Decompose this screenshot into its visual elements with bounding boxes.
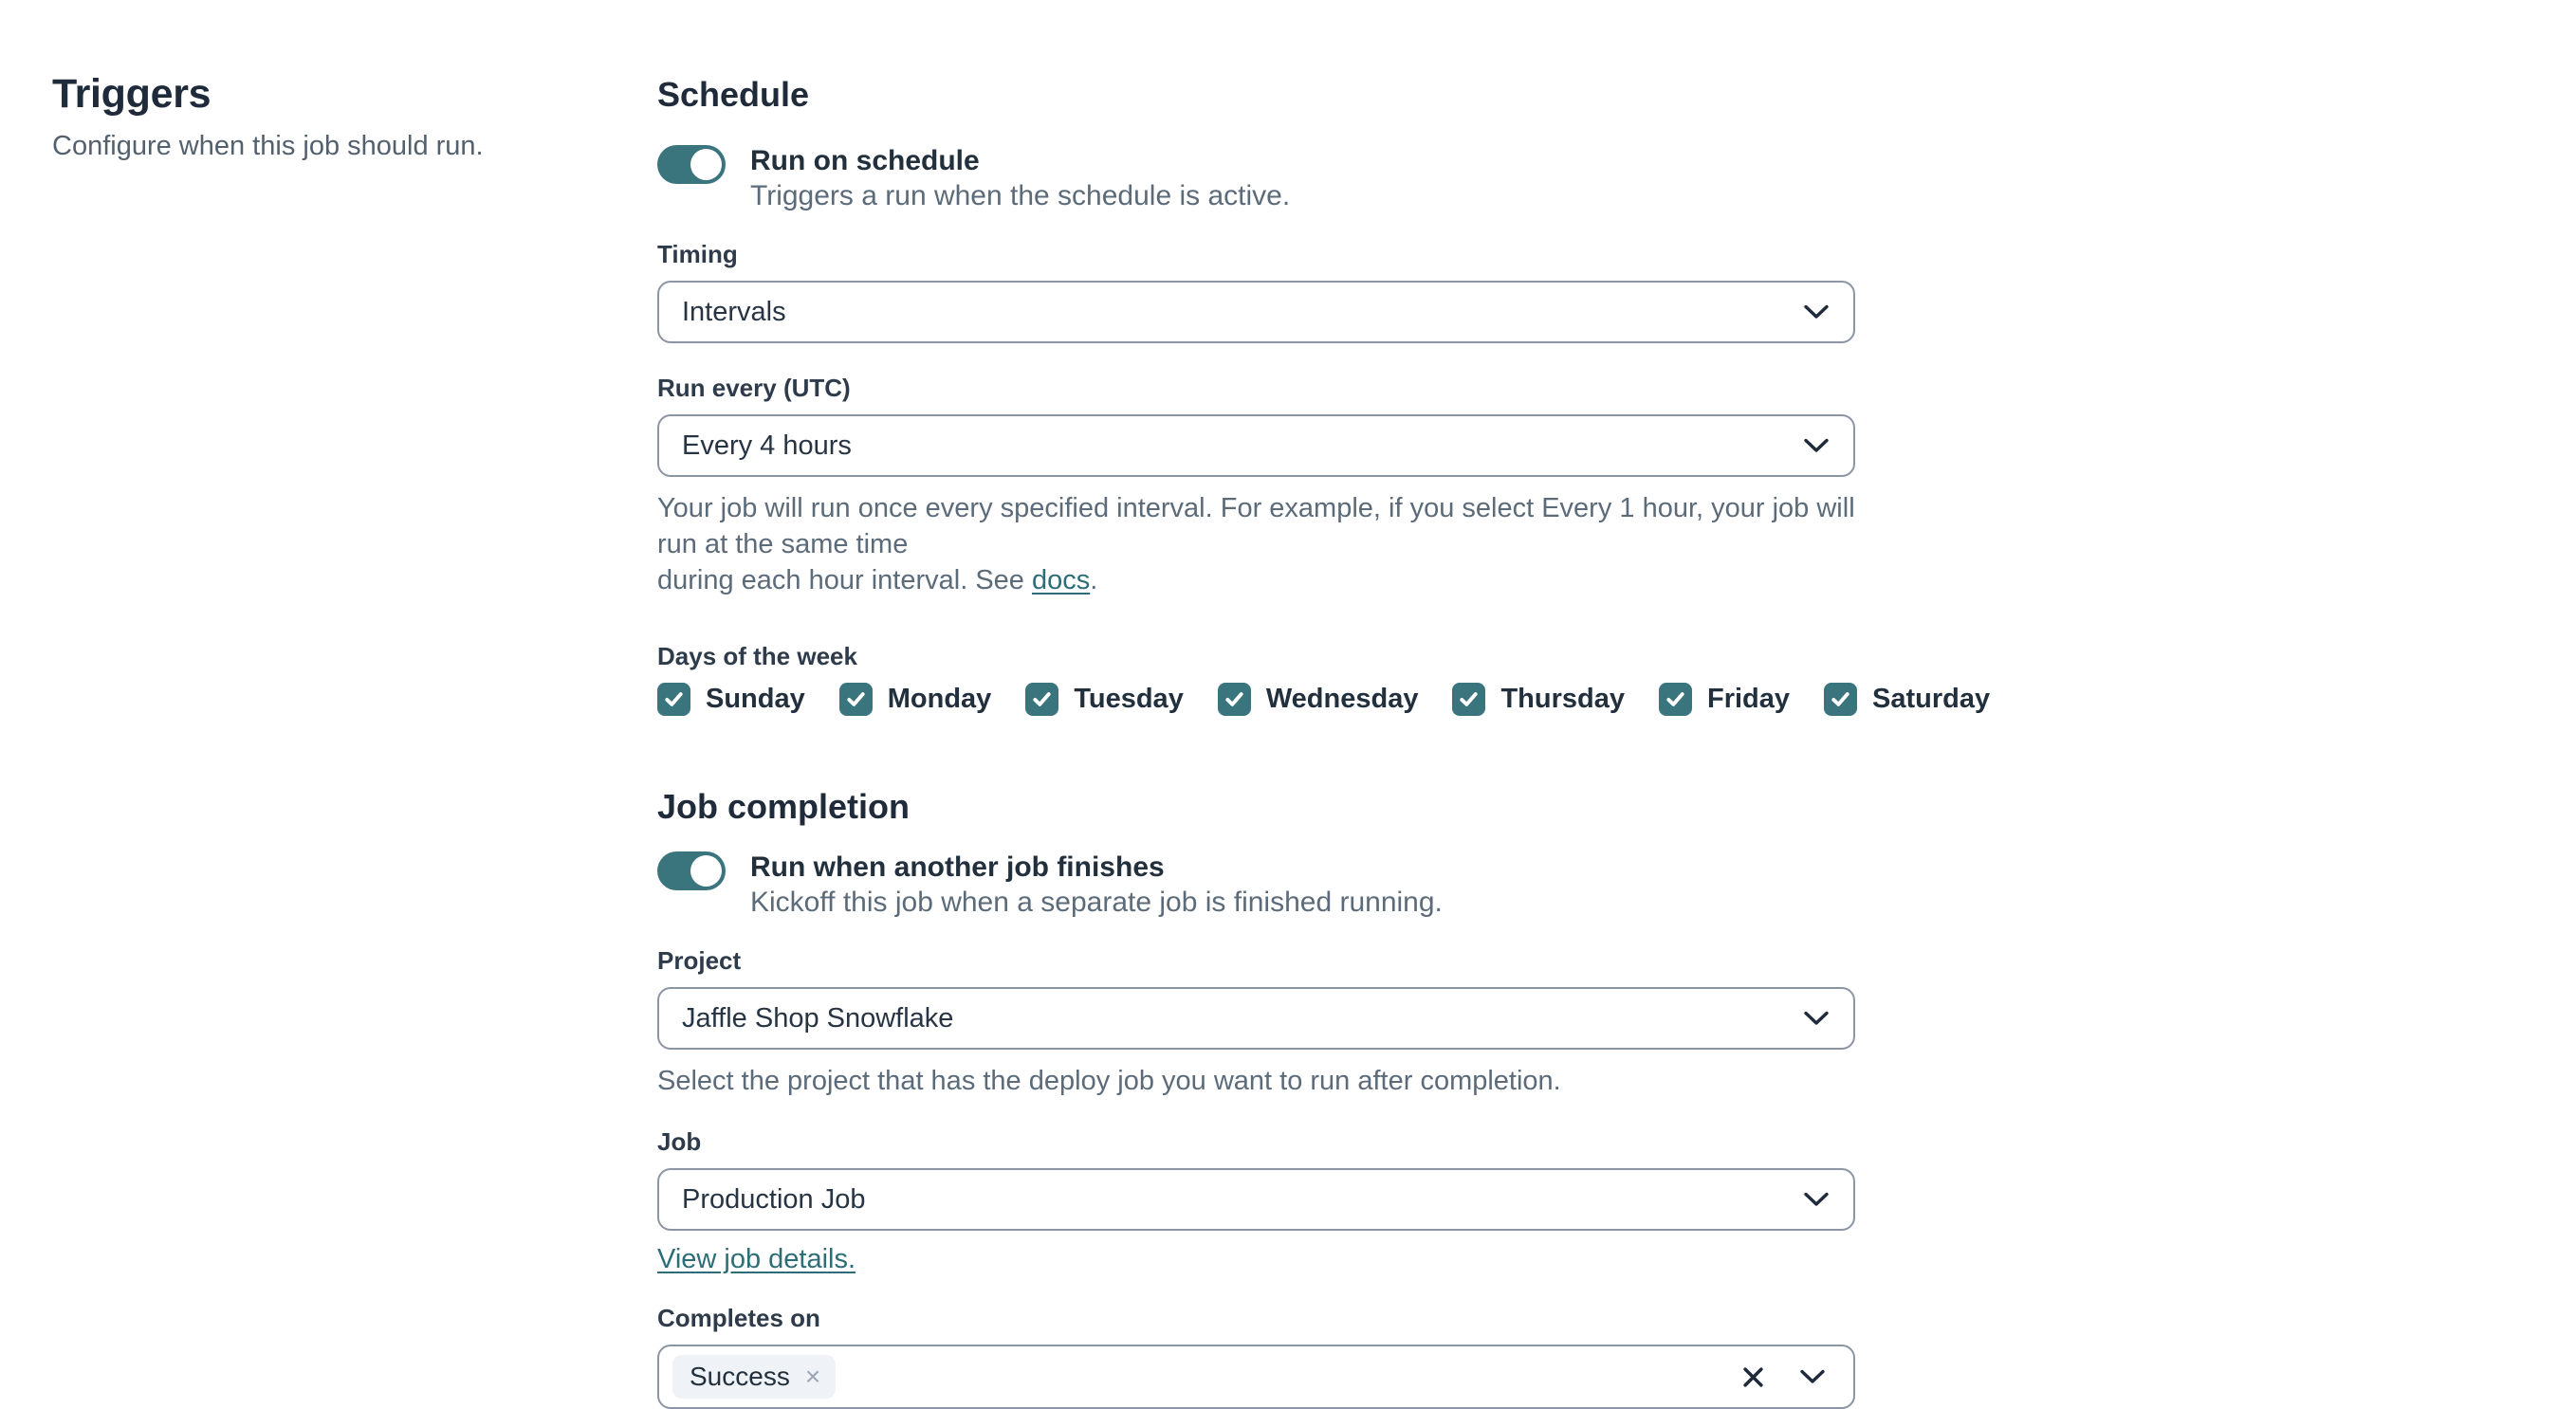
toggle-knob [690,149,722,180]
day-label: Tuesday [1074,684,1184,714]
toggle-text: Run on schedule Triggers a run when the … [750,143,1290,213]
triggers-settings-page: Triggers Configure when this job should … [0,0,2576,1409]
page-subtitle: Configure when this job should run. [52,130,484,161]
multiselect-controls [1742,1366,1825,1388]
checkbox-checked-icon [1824,683,1858,716]
day-label: Monday [887,684,992,714]
project-select[interactable]: Jaffle Shop Snowflake [657,987,1855,1050]
day-checkbox-tuesday[interactable]: Tuesday [1025,683,1184,716]
view-job-details-link[interactable]: View job details. [657,1244,856,1275]
chevron-down-icon [1804,438,1829,452]
checkbox-checked-icon [1025,683,1059,716]
day-label: Sunday [706,684,805,714]
day-checkbox-friday[interactable]: Friday [1659,683,1790,716]
toggle-text: Run when another job finishes Kickoff th… [750,850,1443,920]
run-every-select[interactable]: Every 4 hours [657,414,1855,477]
project-select-value: Jaffle Shop Snowflake [682,1002,954,1034]
schedule-section: Schedule Run on schedule Triggers a run … [657,74,1990,716]
help-line1: Your job will run once every specified i… [657,493,1855,559]
job-completion-heading: Job completion [657,787,911,826]
run-on-schedule-label: Run on schedule [750,145,980,176]
job-select-value: Production Job [682,1183,866,1215]
completes-on-label: Completes on [657,1304,820,1332]
checkbox-checked-icon [1452,683,1486,716]
chevron-down-icon[interactable] [1800,1369,1825,1384]
chevron-down-icon [1804,1011,1829,1025]
days-of-week-label: Days of the week [657,642,857,670]
checkbox-checked-icon [657,683,690,716]
checkbox-checked-icon [1217,683,1251,716]
days-of-week-row: Sunday Monday Tuesday Wednesday Thursday… [657,683,1990,716]
section-intro-column: Triggers Configure when this job should … [0,0,657,1388]
run-when-job-finishes-description: Kickoff this job when a separate job is … [750,887,1443,918]
triggers-form-column: Schedule Run on schedule Triggers a run … [657,0,1990,1409]
docs-link[interactable]: docs [1032,565,1090,595]
project-help-text: Select the project that has the deploy j… [657,1066,1561,1096]
project-field: Project Jaffle Shop Snowflake Select the… [657,946,1855,1099]
day-checkbox-wednesday[interactable]: Wednesday [1217,683,1419,716]
run-when-job-finishes-label: Run when another job finishes [750,851,1165,883]
success-chip-label: Success [690,1362,790,1391]
run-when-job-finishes-toggle[interactable] [657,851,726,890]
run-when-job-finishes-row: Run when another job finishes Kickoff th… [657,850,1855,920]
job-label: Job [657,1127,702,1156]
day-checkbox-sunday[interactable]: Sunday [657,683,805,716]
success-chip: Success × [672,1355,837,1399]
job-completion-section: Job completion Run when another job fini… [657,786,1855,1409]
help-suffix: . [1090,565,1098,595]
schedule-heading: Schedule [657,75,810,114]
checkbox-checked-icon [838,683,873,716]
run-every-help-text: Your job will run once every specified i… [657,490,1855,598]
chevron-down-icon [1804,1192,1829,1206]
timing-select[interactable]: Intervals [657,281,1855,343]
run-every-select-value: Every 4 hours [682,430,852,461]
day-checkbox-monday[interactable]: Monday [838,683,992,716]
run-every-label: Run every (UTC) [657,374,851,402]
timing-label: Timing [657,240,738,268]
day-label: Friday [1707,684,1791,714]
day-checkbox-saturday[interactable]: Saturday [1824,683,1990,716]
project-label: Project [657,946,742,975]
run-on-schedule-row: Run on schedule Triggers a run when the … [657,143,1855,213]
clear-icon[interactable] [1742,1366,1764,1388]
day-label: Wednesday [1265,684,1419,714]
help-line2: during each hour interval. See [657,565,1032,595]
day-label: Saturday [1872,684,1991,714]
day-label: Thursday [1500,684,1625,714]
job-field: Job Production Job View job details. [657,1127,1855,1275]
run-on-schedule-toggle[interactable] [657,145,726,184]
completes-on-field: Completes on Success × [657,1304,1855,1409]
run-on-schedule-description: Triggers a run when the schedule is acti… [750,180,1291,211]
day-checkbox-thursday[interactable]: Thursday [1452,683,1625,716]
job-select[interactable]: Production Job [657,1168,1855,1231]
toggle-knob [690,855,722,887]
timing-select-value: Intervals [682,296,786,327]
days-of-week-field: Days of the week Sunday Monday Tuesday W… [657,642,1990,716]
checkbox-checked-icon [1659,683,1692,716]
run-every-field: Run every (UTC) Every 4 hours Your job w… [657,374,1855,598]
chip-remove-icon[interactable]: × [805,1363,820,1390]
page-title: Triggers [52,71,212,117]
completes-on-multiselect[interactable]: Success × [657,1345,1855,1409]
timing-field: Timing Intervals [657,240,1855,343]
chevron-down-icon [1804,304,1829,319]
